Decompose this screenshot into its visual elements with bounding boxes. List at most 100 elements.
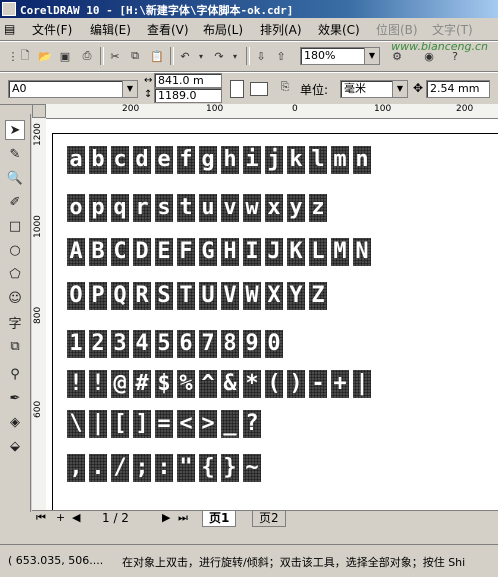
glyph-cell[interactable]: ! (89, 370, 107, 398)
glyph-cell[interactable]: x (265, 194, 283, 222)
last-page-icon[interactable]: ⏭ (178, 511, 188, 525)
glyph-cell[interactable]: 2 (89, 330, 107, 358)
ruler-origin[interactable] (32, 104, 46, 118)
glyph-cell[interactable]: e (155, 146, 173, 174)
app-icon[interactable] (2, 2, 16, 16)
glyph-cell[interactable]: u (199, 194, 217, 222)
menu-edit[interactable]: 编辑(E) (90, 21, 131, 38)
glyph-cell[interactable]: 1 (67, 330, 85, 358)
glyph-cell[interactable]: t (177, 194, 195, 222)
glyph-cell[interactable]: R (133, 282, 151, 310)
document-icon[interactable]: ▤ (4, 22, 15, 36)
glyph-cell[interactable]: L (309, 238, 327, 266)
first-page-icon[interactable]: ⏮ (36, 511, 46, 525)
menu-text[interactable]: 文字(T) (432, 21, 473, 38)
glyph-cell[interactable]: S (155, 282, 173, 310)
freehand-tool-icon[interactable]: ✐ (5, 192, 25, 212)
glyph-cell[interactable]: % (177, 370, 195, 398)
glyph-cell[interactable]: D (133, 238, 151, 266)
outline-tool-icon[interactable]: ✒ (5, 388, 25, 408)
glyph-cell[interactable]: n (353, 146, 371, 174)
glyph-cell[interactable]: N (353, 238, 371, 266)
menu-effects[interactable]: 效果(C) (318, 21, 360, 38)
glyph-cell[interactable]: l (309, 146, 327, 174)
glyph-cell[interactable]: Z (309, 282, 327, 310)
tab-page-2[interactable]: 页2 (252, 511, 286, 527)
glyph-cell[interactable]: _ (221, 410, 239, 438)
glyph-cell[interactable]: 8 (221, 330, 239, 358)
glyph-cell[interactable]: b (89, 146, 107, 174)
glyph-cell[interactable]: B (89, 238, 107, 266)
glyph-cell[interactable]: : (155, 454, 173, 482)
glyph-cell[interactable]: T (177, 282, 195, 310)
glyph-cell[interactable]: C (111, 238, 129, 266)
glyph-cell[interactable]: 4 (133, 330, 151, 358)
paste-icon[interactable]: 📋 (148, 47, 166, 65)
chevron-down-icon[interactable]: ▼ (392, 81, 407, 97)
glyph-cell[interactable]: V (221, 282, 239, 310)
glyph-cell[interactable]: h (221, 146, 239, 174)
glyph-cell[interactable]: O (67, 282, 85, 310)
glyph-cell[interactable]: J (265, 238, 283, 266)
horizontal-ruler[interactable]: 200 100 0 100 200 (46, 104, 498, 119)
glyph-cell[interactable]: k (287, 146, 305, 174)
units-combo[interactable]: 毫米 ▼ (340, 80, 408, 98)
vertical-ruler[interactable]: 1200 1000 800 600 (32, 118, 47, 512)
rectangle-tool-icon[interactable]: □ (5, 216, 25, 236)
new-document-icon[interactable]: 🗋 (16, 47, 34, 65)
glyph-cell[interactable]: ? (243, 410, 261, 438)
glyph-cell[interactable]: E (155, 238, 173, 266)
glyph-cell[interactable]: ~ (243, 454, 261, 482)
glyph-cell[interactable]: 9 (243, 330, 261, 358)
menu-layout[interactable]: 布局(L) (203, 21, 243, 38)
basic-shapes-tool-icon[interactable]: ☺ (5, 288, 25, 308)
glyph-cell[interactable]: A (67, 238, 85, 266)
page-frame[interactable]: abcdefghijklmn opqrstuvwxyz ABCDEFGHIJKLMN… (52, 133, 498, 511)
open-folder-icon[interactable]: 📂 (36, 47, 54, 65)
glyph-cell[interactable]: Y (287, 282, 305, 310)
glyph-cell[interactable]: X (265, 282, 283, 310)
glyph-cell[interactable]: 3 (111, 330, 129, 358)
glyph-cell[interactable]: G (199, 238, 217, 266)
glyph-cell[interactable]: v (221, 194, 239, 222)
glyph-cell[interactable]: g (199, 146, 217, 174)
glyph-cell[interactable]: 7 (199, 330, 217, 358)
glyph-cell[interactable]: s (155, 194, 173, 222)
menu-arrange[interactable]: 排列(A) (260, 21, 302, 38)
glyph-cell[interactable]: \ (67, 410, 85, 438)
glyph-cell[interactable]: | (89, 410, 107, 438)
add-page-icon[interactable]: + (56, 511, 65, 524)
glyph-cell[interactable]: [ (111, 410, 129, 438)
chevron-down-icon[interactable]: ▼ (122, 81, 137, 97)
glyph-cell[interactable]: 5 (155, 330, 173, 358)
undo-dropdown-icon[interactable]: ▾ (192, 47, 210, 65)
page-layout-icon[interactable]: ⎘ (276, 78, 294, 96)
glyph-cell[interactable]: o (67, 194, 85, 222)
glyph-cell[interactable]: 6 (177, 330, 195, 358)
drawing-canvas[interactable]: abcdefghijklmn opqrstuvwxyz ABCDEFGHIJKLMN… (46, 119, 498, 511)
glyph-cell[interactable]: ) (287, 370, 305, 398)
height-field[interactable]: 1189.0 (154, 88, 222, 103)
landscape-icon[interactable] (250, 82, 268, 96)
glyph-cell[interactable]: d (133, 146, 151, 174)
glyph-cell[interactable]: + (331, 370, 349, 398)
glyph-cell[interactable]: $ (155, 370, 173, 398)
glyph-cell[interactable]: @ (111, 370, 129, 398)
shape-tool-icon[interactable]: ✎ (5, 144, 25, 164)
glyph-cell[interactable]: { (199, 454, 217, 482)
glyph-cell[interactable]: y (287, 194, 305, 222)
copy-icon[interactable]: ⧉ (126, 47, 144, 65)
width-field[interactable]: 841.0 m (154, 73, 222, 88)
glyph-cell[interactable]: | (353, 370, 371, 398)
menu-view[interactable]: 查看(V) (147, 21, 189, 38)
menu-bitmaps[interactable]: 位图(B) (376, 21, 418, 38)
glyph-cell[interactable]: & (221, 370, 239, 398)
paper-size-combo[interactable]: A0 ▼ (8, 80, 138, 98)
portrait-icon[interactable] (230, 80, 244, 98)
glyph-cell[interactable]: - (309, 370, 327, 398)
zoom-combo[interactable]: 180% ▼ (300, 47, 380, 65)
cut-icon[interactable]: ✂ (106, 47, 124, 65)
glyph-cell[interactable]: z (309, 194, 327, 222)
glyph-cell[interactable]: r (133, 194, 151, 222)
ellipse-tool-icon[interactable]: ○ (5, 240, 25, 260)
